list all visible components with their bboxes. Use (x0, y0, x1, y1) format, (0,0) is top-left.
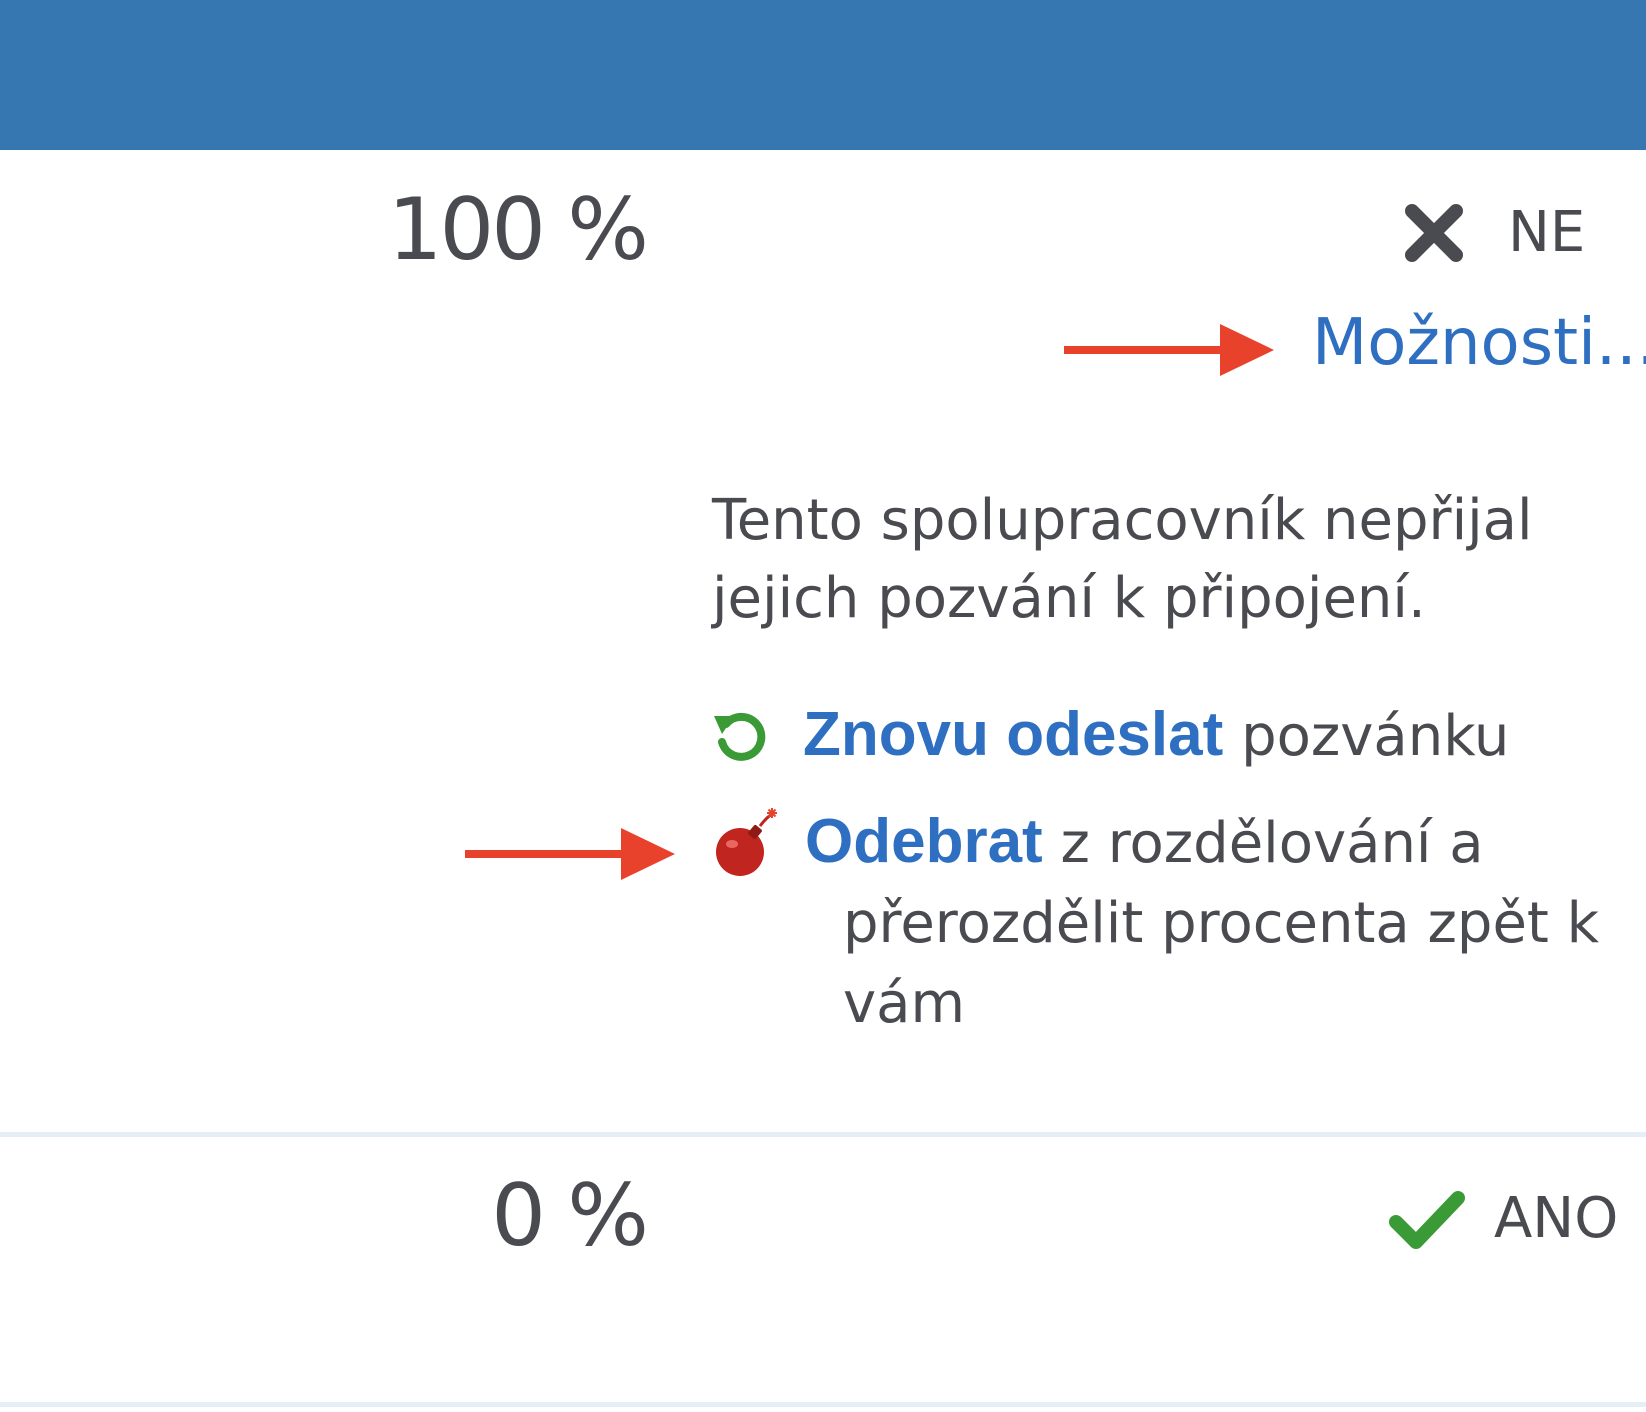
row-divider (0, 1402, 1646, 1407)
remove-suffix: z rozdělování a (1042, 811, 1484, 876)
check-icon (1389, 1190, 1465, 1249)
resend-invite-action: Znovu odeslat pozvánku (803, 695, 1509, 777)
remove-action: Odebrat z rozdělování a přerozdělit proc… (805, 802, 1625, 1044)
annotation-arrow (1064, 324, 1274, 376)
options-link[interactable]: Možnosti... (1312, 306, 1646, 380)
accepted-status: NE (1404, 200, 1585, 265)
remove-suffix-line: přerozdělit procenta zpět k (843, 891, 1600, 956)
table-header-bar (0, 0, 1646, 150)
resend-suffix: pozvánku (1223, 704, 1510, 769)
row-percent: 100 % (387, 180, 649, 280)
bomb-icon[interactable] (710, 808, 782, 880)
not-accepted-message: Tento spolupracovník nepřijal jejich poz… (712, 482, 1612, 638)
remove-link[interactable]: Odebrat (805, 807, 1043, 876)
annotation-arrow (465, 828, 675, 880)
remove-suffix-line: vám (843, 971, 966, 1036)
refresh-icon[interactable] (712, 708, 770, 766)
row-percent: 0 % (491, 1166, 649, 1266)
resend-link[interactable]: Znovu odeslat (803, 700, 1223, 769)
row-divider (0, 1132, 1646, 1137)
accepted-label: NE (1508, 200, 1586, 265)
accepted-status: ANO (1388, 1186, 1618, 1251)
message-line: Tento spolupracovník nepřijal (712, 488, 1533, 553)
accepted-label: ANO (1494, 1186, 1619, 1251)
message-line: jejich pozvání k připojení. (712, 566, 1426, 631)
x-icon (1405, 203, 1463, 262)
